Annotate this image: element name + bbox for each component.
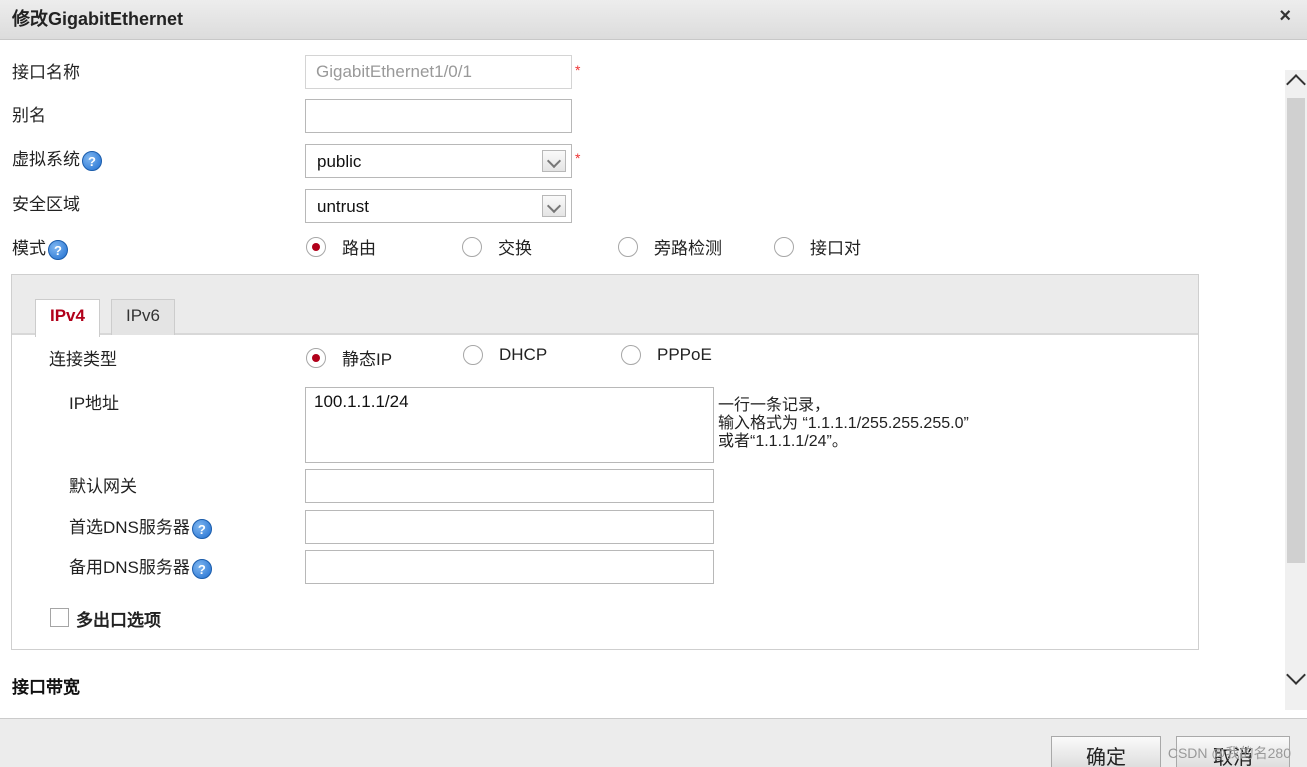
conn-radio-dhcp[interactable]: DHCP	[463, 345, 547, 365]
watermark: CSDN @我的名280	[1167, 745, 1291, 761]
help-icon[interactable]: ?	[191, 558, 212, 579]
mode-radio-label: 交换	[498, 239, 532, 258]
dns1-label: 首选DNS服务器?	[69, 513, 212, 539]
radio-icon[interactable]	[621, 345, 641, 365]
mode-radio-bypass[interactable]: 旁路检测	[618, 234, 722, 259]
tab-ipv6[interactable]: IPv6	[111, 299, 176, 335]
mode-label: 模式?	[12, 234, 68, 260]
bandwidth-section-title[interactable]: 接口带宽	[12, 673, 80, 698]
mode-radio-pair[interactable]: 接口对	[774, 234, 861, 259]
vsys-value: public	[317, 152, 362, 171]
dns1-input[interactable]	[305, 510, 714, 544]
dialog-title: 修改GigabitEthernet	[12, 9, 184, 29]
hint-line: 输入格式为 “1.1.1.1/255.255.255.0”	[718, 415, 969, 432]
ip-format-hint: 一行一条记录， 输入格式为 “1.1.1.1/255.255.255.0” 或者…	[718, 397, 969, 451]
zone-label: 安全区域	[12, 195, 80, 214]
conn-radio-label: 静态IP	[342, 350, 393, 369]
multi-egress-checkbox[interactable]	[50, 608, 69, 627]
required-mark: *	[575, 150, 581, 166]
radio-icon[interactable]	[462, 236, 482, 257]
interface-name-input	[305, 55, 572, 89]
alias-label: 别名	[12, 106, 46, 125]
mode-radio-label: 接口对	[810, 239, 861, 258]
radio-icon[interactable]	[618, 236, 638, 257]
mode-radio-switch[interactable]: 交换	[462, 234, 532, 259]
chevron-down-icon[interactable]	[542, 195, 566, 217]
chevron-down-icon[interactable]	[542, 150, 566, 172]
ok-button[interactable]: 确定	[1051, 736, 1161, 767]
conn-radio-pppoe[interactable]: PPPoE	[621, 345, 712, 365]
zone-value: untrust	[317, 197, 369, 216]
gateway-input[interactable]	[305, 469, 714, 503]
dns2-input[interactable]	[305, 550, 714, 584]
tab-ipv4[interactable]: IPv4	[35, 299, 100, 337]
close-icon[interactable]: ×	[1279, 5, 1291, 28]
conn-type-label: 连接类型	[49, 350, 117, 369]
dialog-footer: 确定 取消 CSDN @我的名280	[0, 718, 1307, 767]
ip-tab-bar: IPv4 IPv6	[12, 275, 1198, 337]
dialog-titlebar: 修改GigabitEthernet ×	[0, 0, 1307, 40]
ip-settings-panel: IPv4 IPv6 连接类型 静态IP DHCP PPPoE IP地址 100.…	[11, 274, 1199, 650]
help-icon[interactable]: ?	[82, 150, 102, 171]
scrollbar[interactable]	[1285, 70, 1307, 710]
multi-egress-label: 多出口选项	[76, 611, 161, 630]
help-icon[interactable]: ?	[191, 518, 212, 539]
help-icon[interactable]: ?	[48, 239, 68, 260]
vsys-label-text: 虚拟系统	[12, 150, 80, 169]
interface-name-label: 接口名称	[12, 63, 80, 82]
zone-select[interactable]: untrust	[305, 189, 572, 223]
conn-radio-static[interactable]: 静态IP	[306, 345, 392, 370]
ip-address-label: IP地址	[69, 394, 120, 413]
gateway-label: 默认网关	[69, 477, 137, 496]
hint-line: 一行一条记录，	[718, 397, 831, 414]
chevron-up-icon[interactable]	[1286, 74, 1306, 94]
radio-selected-icon[interactable]	[306, 236, 326, 257]
chevron-down-icon[interactable]	[1286, 665, 1306, 685]
radio-icon[interactable]	[774, 236, 794, 257]
hint-line: 或者“1.1.1.1/24”。	[718, 433, 848, 450]
vsys-label: 虚拟系统?	[12, 145, 102, 171]
scrollbar-thumb[interactable]	[1287, 98, 1305, 563]
required-mark: *	[575, 62, 581, 78]
dns2-label: 备用DNS服务器?	[69, 553, 212, 579]
radio-selected-icon[interactable]	[306, 347, 326, 368]
conn-radio-label: PPPoE	[657, 345, 712, 364]
dns2-label-text: 备用DNS服务器	[69, 558, 190, 577]
ip-address-textarea[interactable]: 100.1.1.1/24	[305, 387, 714, 463]
mode-radio-route[interactable]: 路由	[306, 234, 376, 259]
alias-input[interactable]	[305, 99, 572, 133]
radio-icon[interactable]	[463, 345, 483, 365]
mode-radio-label: 旁路检测	[654, 239, 722, 258]
mode-label-text: 模式	[12, 239, 46, 258]
mode-radio-label: 路由	[342, 239, 376, 258]
vsys-select[interactable]: public	[305, 144, 572, 178]
conn-radio-label: DHCP	[499, 345, 548, 364]
dns1-label-text: 首选DNS服务器	[69, 518, 190, 537]
